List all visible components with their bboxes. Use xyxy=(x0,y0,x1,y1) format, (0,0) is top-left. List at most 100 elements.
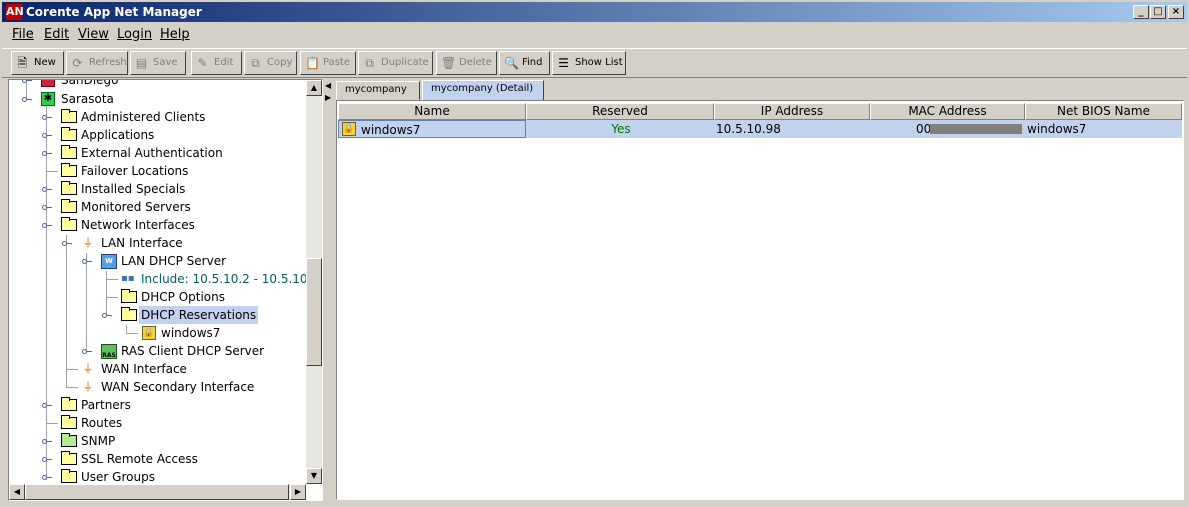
column-header-ip-address[interactable]: IP Address xyxy=(714,103,870,120)
tree-item-sarasota[interactable]: ✱ Sarasota xyxy=(9,90,308,108)
tree-item-administered-clients[interactable]: Administered Clients xyxy=(9,108,308,126)
expand-handle-icon[interactable] xyxy=(42,403,52,408)
new-document-icon: 🗎 xyxy=(17,56,28,70)
tree-item-partners[interactable]: Partners xyxy=(9,396,308,414)
site-up-icon: ✱ xyxy=(41,92,55,106)
tab-mycompany-detail[interactable]: mycompany (Detail) xyxy=(422,80,544,101)
column-header-mac-address[interactable]: MAC Address xyxy=(870,103,1025,120)
tree-item-reservation-windows7[interactable]: 🔒 windows7 xyxy=(9,324,308,342)
folder-icon xyxy=(61,145,77,159)
expand-handle-icon[interactable] xyxy=(42,475,52,480)
expand-handle-icon[interactable] xyxy=(22,97,32,102)
column-header-netbios-name[interactable]: Net BIOS Name xyxy=(1025,103,1182,120)
show-list-button[interactable]: ☰ Show List xyxy=(552,51,626,75)
expand-handle-icon[interactable] xyxy=(42,439,52,444)
tree-guide-line xyxy=(66,369,78,370)
collapse-handle-icon[interactable] xyxy=(62,241,72,246)
tree-item-sandiego[interactable]: SanDiego xyxy=(9,80,308,89)
folder-icon xyxy=(61,181,77,195)
tree-item-routes[interactable]: Routes xyxy=(9,414,308,432)
navigation-tree-panel: SanDiego ✱ Sarasota Administered Clients… xyxy=(8,79,323,501)
cell-reserved[interactable]: Yes xyxy=(526,120,714,138)
close-button[interactable]: × xyxy=(1168,5,1184,19)
tree-item-external-authentication[interactable]: External Authentication xyxy=(9,144,308,162)
expand-handle-icon[interactable] xyxy=(42,151,52,156)
expand-handle-icon[interactable] xyxy=(82,349,92,354)
save-button[interactable]: ▤ Save xyxy=(130,51,186,75)
lock-icon: 🔒 xyxy=(142,326,156,340)
tree-item-user-groups[interactable]: User Groups xyxy=(9,468,308,485)
expand-handle-icon[interactable] xyxy=(42,115,52,120)
list-icon: ☰ xyxy=(558,56,569,70)
tree-item-dhcp-options[interactable]: DHCP Options xyxy=(9,288,308,306)
column-header-name[interactable]: Name xyxy=(338,103,526,120)
folder-icon xyxy=(61,451,77,465)
minimize-button[interactable]: _ xyxy=(1133,5,1149,19)
cell-mac-address[interactable]: 00 xyxy=(870,120,1025,138)
menu-view[interactable]: View xyxy=(78,27,109,43)
expand-handle-icon[interactable] xyxy=(42,205,52,210)
tree-horizontal-scrollbar[interactable]: ◀ ▶ xyxy=(9,484,306,500)
tree-vertical-scroll-thumb[interactable] xyxy=(306,258,322,366)
find-button[interactable]: 🔍 Find xyxy=(499,51,550,75)
expand-handle-icon[interactable] xyxy=(22,80,32,83)
scroll-up-arrow-icon[interactable]: ▲ xyxy=(306,80,322,96)
paste-button[interactable]: 📋 Paste xyxy=(300,51,356,75)
expand-handle-icon[interactable] xyxy=(42,187,52,192)
tree-item-monitored-servers[interactable]: Monitored Servers xyxy=(9,198,308,216)
edit-button[interactable]: ✎ Edit xyxy=(191,51,242,75)
collapse-right-arrow-icon[interactable]: ▶ xyxy=(325,93,331,103)
title-bar[interactable]: AN Corente App Net Manager _ □ × xyxy=(2,2,1187,22)
collapse-left-arrow-icon[interactable]: ◀ xyxy=(325,81,331,91)
menu-login[interactable]: Login xyxy=(117,27,152,43)
delete-button[interactable]: 🗑 Delete xyxy=(436,51,497,75)
navigation-tree[interactable]: SanDiego ✱ Sarasota Administered Clients… xyxy=(9,80,308,485)
tree-vertical-scrollbar[interactable]: ▲ ▼ xyxy=(306,80,322,484)
scroll-left-arrow-icon[interactable]: ◀ xyxy=(9,484,25,500)
tree-item-ssl-remote-access[interactable]: SSL Remote Access xyxy=(9,450,308,468)
scroll-right-arrow-icon[interactable]: ▶ xyxy=(290,484,306,500)
expand-handle-icon[interactable] xyxy=(42,133,52,138)
save-icon: ▤ xyxy=(135,56,148,70)
tree-item-network-interfaces[interactable]: Network Interfaces xyxy=(9,216,308,234)
tree-item-wan-secondary-interface[interactable]: ⏚ WAN Secondary Interface xyxy=(9,378,308,396)
tree-item-lan-dhcp-server[interactable]: W LAN DHCP Server xyxy=(9,252,308,270)
collapse-handle-icon[interactable] xyxy=(102,313,112,318)
maximize-button[interactable]: □ xyxy=(1150,5,1166,19)
refresh-button[interactable]: ⟳ Refresh xyxy=(66,51,128,75)
duplicate-icon: ⧉ xyxy=(365,56,374,70)
cell-ip-address[interactable]: 10.5.10.98 xyxy=(714,120,870,138)
table-row[interactable]: 🔒 windows7 Yes 10.5.10.98 00 windows7 xyxy=(338,120,1182,138)
menu-file[interactable]: File xyxy=(12,27,34,43)
tree-item-applications[interactable]: Applications xyxy=(9,126,308,144)
tree-item-ras-client-dhcp-server[interactable]: RAS RAS Client DHCP Server xyxy=(9,342,308,360)
panel-splitter[interactable]: ◀ ▶ xyxy=(324,79,332,501)
expand-handle-icon[interactable] xyxy=(42,457,52,462)
tree-item-failover-locations[interactable]: Failover Locations xyxy=(9,162,308,180)
folder-icon xyxy=(121,289,137,303)
copy-button[interactable]: ⧉ Copy xyxy=(244,51,297,75)
tree-item-lan-interface[interactable]: ⏚ LAN Interface xyxy=(9,234,308,252)
new-button[interactable]: 🗎 New xyxy=(11,51,64,75)
tree-horizontal-scroll-thumb[interactable] xyxy=(25,484,289,500)
folder-icon xyxy=(61,127,77,141)
cell-name[interactable]: 🔒 windows7 xyxy=(338,120,526,138)
cell-netbios-name[interactable]: windows7 xyxy=(1025,120,1182,138)
app-logo-icon: AN xyxy=(6,4,24,20)
tree-item-installed-specials[interactable]: Installed Specials xyxy=(9,180,308,198)
collapse-handle-icon[interactable] xyxy=(42,223,52,228)
tab-mycompany[interactable]: mycompany xyxy=(336,81,420,100)
tree-guide-line xyxy=(66,387,78,388)
menu-help[interactable]: Help xyxy=(160,27,190,43)
menu-edit[interactable]: Edit xyxy=(44,27,69,43)
tree-item-dhcp-reservations[interactable]: DHCP Reservations xyxy=(9,306,308,324)
tree-item-wan-interface[interactable]: ⏚ WAN Interface xyxy=(9,360,308,378)
collapse-handle-icon[interactable] xyxy=(82,259,92,264)
trash-icon: 🗑 xyxy=(441,56,457,70)
tree-item-snmp[interactable]: SNMP xyxy=(9,432,308,450)
scroll-down-arrow-icon[interactable]: ▼ xyxy=(306,468,322,484)
lock-icon: 🔒 xyxy=(342,122,356,136)
duplicate-button[interactable]: ⧉ Duplicate xyxy=(358,51,433,75)
tree-item-include-range[interactable]: ▪▪ Include: 10.5.10.2 - 10.5.10.99 xyxy=(9,270,308,288)
column-header-reserved[interactable]: Reserved xyxy=(526,103,714,120)
